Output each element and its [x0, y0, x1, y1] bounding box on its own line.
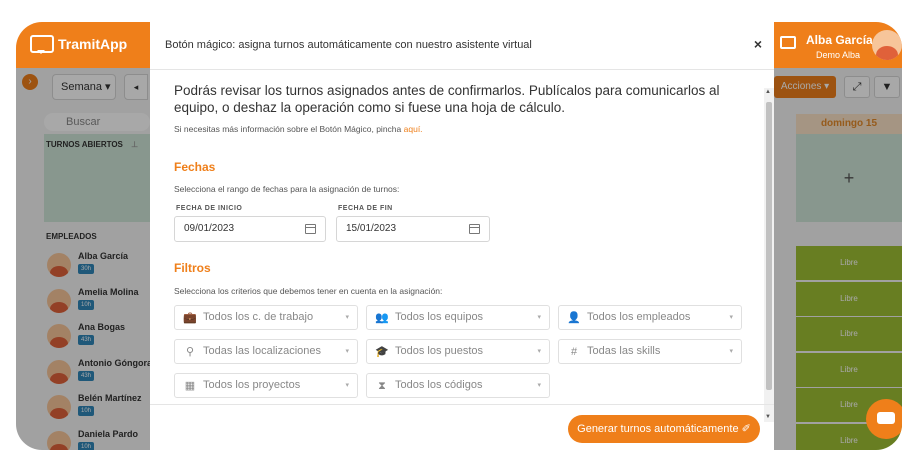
chevron-down-icon: ▾ [729, 314, 733, 321]
chat-icon[interactable] [866, 399, 902, 439]
scroll-up-icon[interactable]: ▲ [765, 89, 771, 95]
modal-title: Botón mágico: asigna turnos automáticame… [165, 39, 532, 51]
locations-select[interactable]: ⚲ Todas las localizaciones ▾ [174, 339, 358, 364]
filters-description: Selecciona los criterios que debemos ten… [174, 286, 443, 296]
more-info-prefix: Si necesitas más información sobre el Bo… [174, 124, 402, 134]
chevron-down-icon: ▾ [537, 314, 541, 321]
user-subtitle: Demo Alba [816, 50, 861, 60]
logo-text: TramitApp [58, 36, 128, 52]
start-date-label: FECHA DE INICIO [176, 205, 243, 212]
user-avatar[interactable] [872, 30, 902, 60]
employees-select[interactable]: 👤 Todos los empleados ▾ [558, 305, 742, 330]
positions-select[interactable]: 🎓 Todos los puestos ▾ [366, 339, 550, 364]
chevron-down-icon: ▾ [345, 382, 349, 389]
more-info-link[interactable]: aquí. [404, 124, 423, 134]
briefcase-icon: 💼 [183, 312, 197, 324]
user-icon: 👤 [567, 312, 581, 324]
select-value: Todos los puestos [395, 345, 484, 357]
end-date-label: FECHA DE FIN [338, 205, 393, 212]
projects-select[interactable]: ▦ Todos los proyectos ▾ [174, 373, 358, 398]
user-name: Alba García [806, 33, 873, 47]
calendar-icon[interactable] [305, 224, 316, 234]
filters-section-title: Filtros [174, 261, 211, 275]
hashtag-icon: # [570, 346, 578, 358]
team-icon: 👥 [375, 312, 389, 324]
select-value: Todas las skills [587, 345, 661, 357]
more-info-text: Si necesitas más información sobre el Bo… [174, 124, 423, 134]
work-centers-select[interactable]: 💼 Todos los c. de trabajo ▾ [174, 305, 358, 330]
select-value: Todos los proyectos [203, 379, 301, 391]
modal-header: Botón mágico: asigna turnos automáticame… [150, 22, 774, 70]
start-date-value: 09/01/2023 [184, 223, 235, 234]
select-value: Todos los c. de trabajo [203, 311, 314, 323]
hourglass-icon: ⧗ [378, 380, 386, 392]
modal-body: Podrás revisar los turnos asignados ante… [150, 70, 764, 404]
skills-select[interactable]: # Todas las skills ▾ [558, 339, 742, 364]
chevron-down-icon: ▾ [537, 382, 541, 389]
chevron-down-icon: ▾ [729, 348, 733, 355]
user-menu[interactable]: Alba García Demo Alba [778, 22, 902, 68]
chevron-down-icon: ▾ [345, 348, 349, 355]
generate-shifts-button[interactable]: Generar turnos automáticamente ✐ [568, 415, 760, 443]
end-date-value: 15/01/2023 [346, 223, 397, 234]
dates-section-title: Fechas [174, 160, 216, 174]
app-frame: TramitApp Alba García Demo Alba › Semana… [16, 22, 902, 450]
calendar-icon[interactable] [469, 224, 480, 234]
modal-footer: Generar turnos automáticamente ✐ [150, 404, 774, 450]
gift-icon[interactable] [780, 36, 796, 49]
calculator-icon: ▦ [184, 380, 196, 392]
chevron-down-icon: ▾ [345, 314, 349, 321]
chevron-down-icon: ▾ [537, 348, 541, 355]
scrollbar-thumb[interactable] [766, 102, 772, 390]
select-value: Todas las localizaciones [203, 345, 322, 357]
codes-select[interactable]: ⧗ Todos los códigos ▾ [366, 373, 550, 398]
end-date-input[interactable]: 15/01/2023 [336, 216, 490, 242]
select-value: Todos los empleados [587, 311, 691, 323]
magic-button-modal: Botón mágico: asigna turnos automáticame… [150, 22, 774, 450]
intro-text: Podrás revisar los turnos asignados ante… [174, 83, 720, 115]
close-icon[interactable]: × [754, 36, 762, 52]
graduation-cap-icon: 🎓 [375, 346, 389, 358]
logo-icon [30, 35, 54, 54]
teams-select[interactable]: 👥 Todos los equipos ▾ [366, 305, 550, 330]
select-value: Todos los equipos [395, 311, 484, 323]
select-value: Todos los códigos [395, 379, 483, 391]
dates-description: Selecciona el rango de fechas para la as… [174, 184, 400, 194]
location-icon: ⚲ [185, 346, 195, 358]
app-logo[interactable]: TramitApp [30, 35, 128, 54]
start-date-input[interactable]: 09/01/2023 [174, 216, 326, 242]
